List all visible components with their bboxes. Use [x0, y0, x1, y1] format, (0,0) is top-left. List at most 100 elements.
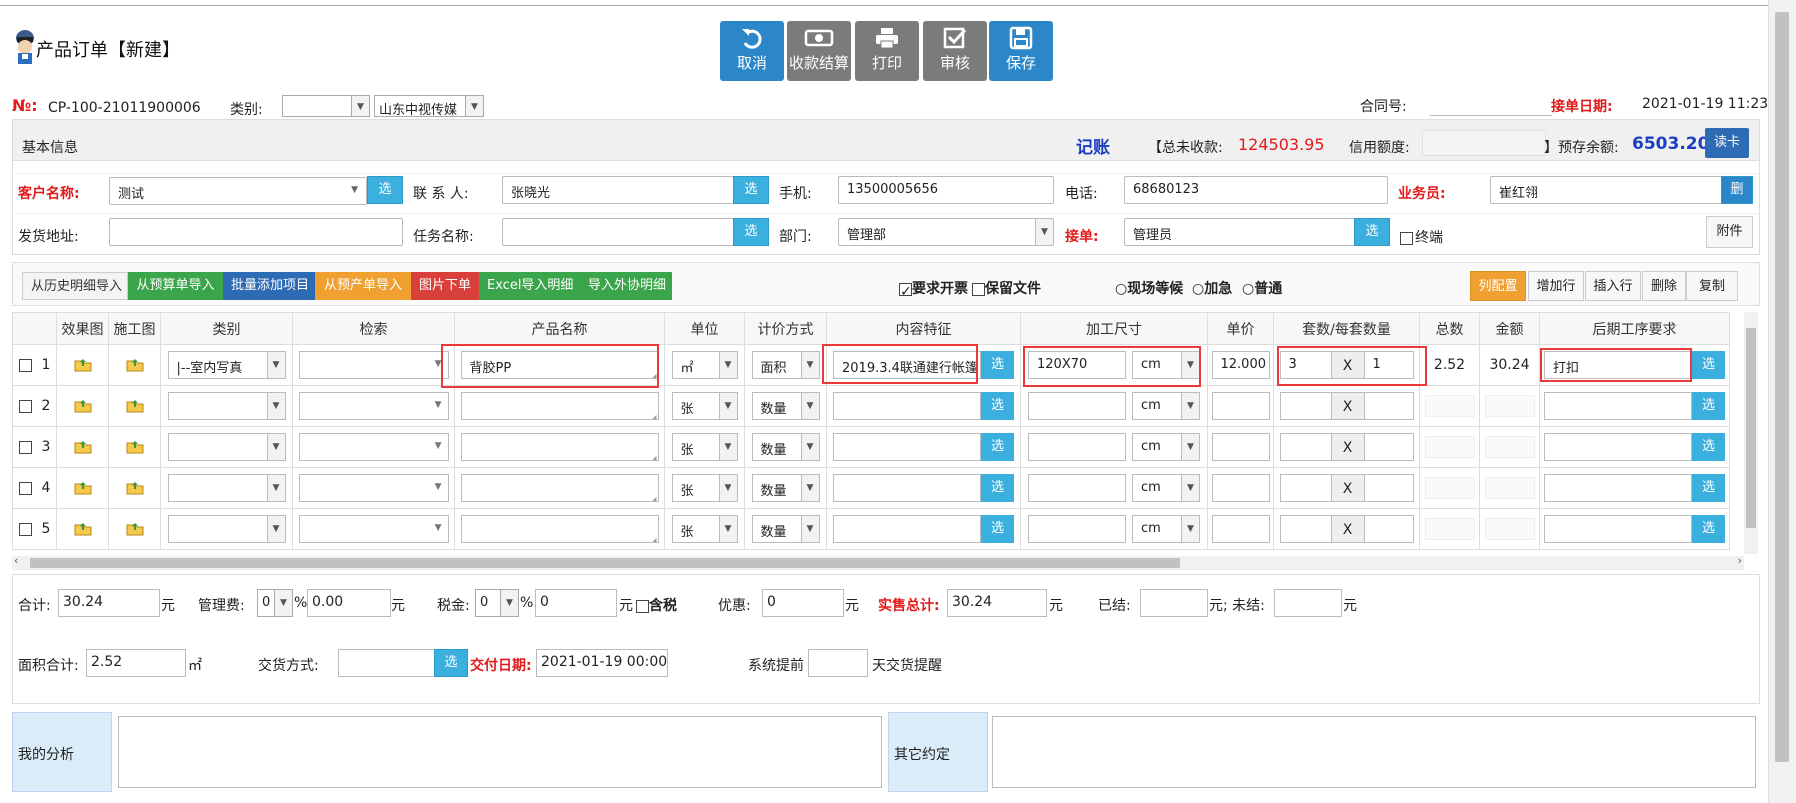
contact-input[interactable]: 张晓光	[502, 176, 736, 204]
product-name-input[interactable]: ◢	[460, 392, 659, 420]
pricing-select[interactable]: 数量 ▼	[751, 392, 820, 420]
size-unit-select[interactable]: cm ▼	[1132, 392, 1200, 420]
salesperson-input[interactable]: 崔红翎	[1490, 176, 1724, 204]
discount-input[interactable]: 0	[762, 589, 844, 617]
import-button-4[interactable]: 图片下单	[411, 272, 479, 300]
table-horizontal-scrollbar-thumb[interactable]	[30, 558, 1180, 568]
post-process-input[interactable]	[1544, 474, 1692, 502]
sets-input[interactable]	[1279, 392, 1332, 420]
category-select[interactable]: ▼	[167, 433, 286, 461]
table-vertical-scrollbar[interactable]	[1744, 312, 1758, 554]
size-input[interactable]	[1028, 392, 1126, 420]
pricing-select[interactable]: 面积 ▼	[751, 351, 820, 379]
content-input[interactable]	[833, 433, 981, 461]
toolbar-button-3[interactable]: 审核	[923, 21, 987, 81]
read-card-button[interactable]: 读卡	[1705, 128, 1749, 158]
toolbar-button-2[interactable]: 打印	[855, 21, 919, 81]
row-action-button-1[interactable]: 增加行	[1528, 271, 1584, 301]
tel-input[interactable]: 68680123	[1124, 176, 1388, 204]
tax-included-checkbox-box[interactable]	[636, 599, 649, 613]
post-process-input[interactable]	[1544, 392, 1692, 420]
content-select-button[interactable]: 选	[981, 392, 1014, 420]
other-terms-textarea[interactable]	[992, 716, 1756, 788]
toolbar-button-4[interactable]: 保存	[989, 21, 1053, 81]
sale-total-input[interactable]: 30.24	[947, 589, 1047, 617]
per-set-input[interactable]	[1363, 515, 1414, 543]
toolbar-button-0[interactable]: 取消	[720, 21, 784, 81]
size-unit-select[interactable]: cm ▼	[1132, 474, 1200, 502]
invoice-checkbox[interactable]: ✓要求开票	[899, 278, 968, 300]
sum-input[interactable]: 30.24	[58, 589, 160, 617]
radio-circle-icon[interactable]: ○	[1192, 281, 1204, 297]
page-scrollbar[interactable]	[1768, 0, 1796, 803]
category-select[interactable]: ▼	[167, 474, 286, 502]
size-unit-select[interactable]: cm ▼	[1132, 515, 1200, 543]
content-input[interactable]: 2019.3.4联通建行帐篷	[833, 351, 981, 379]
keep-file-checkbox-box[interactable]	[972, 282, 985, 296]
size-input[interactable]	[1028, 474, 1126, 502]
per-set-input[interactable]	[1363, 392, 1414, 420]
area-total-input[interactable]: 2.52	[86, 649, 186, 677]
product-name-input[interactable]: ◢	[460, 433, 659, 461]
radio-wait[interactable]: ○现场等候	[1115, 278, 1183, 298]
row-checkbox[interactable]	[18, 440, 32, 454]
price-input[interactable]	[1211, 515, 1270, 543]
delivery-method-input[interactable]	[338, 649, 436, 677]
price-input[interactable]	[1211, 433, 1270, 461]
price-input[interactable]	[1211, 392, 1270, 420]
mgmt-fee-input[interactable]: 0.00	[307, 589, 391, 617]
row-action-button-0[interactable]: 列配置	[1470, 271, 1526, 301]
scroll-left-icon[interactable]: ‹	[14, 554, 18, 567]
construction-image-icon[interactable]	[126, 399, 144, 413]
keep-file-checkbox[interactable]: 保留文件	[972, 278, 1041, 298]
dept-select[interactable]: 管理部 ▼	[838, 218, 1054, 246]
post-process-input[interactable]	[1544, 433, 1692, 461]
radio-circle-icon[interactable]: ○	[1115, 281, 1127, 297]
row-action-button-2[interactable]: 插入行	[1585, 271, 1641, 301]
search-select[interactable]: ▼	[298, 515, 449, 543]
product-name-input[interactable]: 背胶PP ◢	[460, 351, 659, 379]
contract-input[interactable]	[1430, 92, 1552, 116]
row-action-button-4[interactable]: 复制	[1686, 271, 1738, 301]
per-set-input[interactable]	[1363, 433, 1414, 461]
unit-select[interactable]: 张 ▼	[671, 433, 738, 461]
customer-select-button[interactable]: 选	[367, 176, 403, 204]
content-select-button[interactable]: 选	[981, 433, 1014, 461]
post-process-select-button[interactable]: 选	[1692, 433, 1725, 461]
import-button-3[interactable]: 从预产单导入	[315, 272, 411, 300]
effect-image-icon[interactable]	[74, 481, 92, 495]
category-select[interactable]: ▼	[167, 392, 286, 420]
size-input[interactable]	[1028, 433, 1126, 461]
search-select[interactable]: ▼	[298, 474, 449, 502]
row-checkbox[interactable]	[18, 399, 32, 413]
analysis-textarea[interactable]	[118, 716, 882, 788]
size-input[interactable]	[1028, 515, 1126, 543]
unit-select[interactable]: 张 ▼	[671, 515, 738, 543]
pricing-select[interactable]: 数量 ▼	[751, 515, 820, 543]
radio-normal[interactable]: ○普通	[1242, 278, 1282, 298]
import-button-2[interactable]: 批量添加项目	[223, 272, 315, 300]
construction-image-icon[interactable]	[126, 522, 144, 536]
post-process-select-button[interactable]: 选	[1692, 392, 1725, 420]
import-button-1[interactable]: 从预算单导入	[128, 272, 223, 300]
unit-select[interactable]: 张 ▼	[671, 474, 738, 502]
table-horizontal-scrollbar[interactable]: ‹ ›	[12, 554, 1744, 570]
mgmt-pct-select[interactable]: 0 ▼	[257, 589, 293, 617]
final-checkbox[interactable]: 终端	[1400, 227, 1443, 247]
effect-image-icon[interactable]	[74, 399, 92, 413]
tax-pct-select[interactable]: 0 ▼	[475, 589, 519, 617]
final-checkbox-box[interactable]	[1400, 232, 1413, 245]
import-button-0[interactable]: 从历史明细导入	[22, 272, 128, 300]
post-process-input[interactable]: 打扣	[1544, 351, 1692, 379]
per-set-input[interactable]	[1363, 474, 1414, 502]
per-set-input[interactable]: 1	[1363, 351, 1414, 379]
unit-select[interactable]: 张 ▼	[671, 392, 738, 420]
task-input[interactable]	[502, 218, 736, 246]
advance-days-input[interactable]	[808, 649, 868, 677]
price-input[interactable]	[1211, 474, 1270, 502]
credit-input[interactable]	[1422, 130, 1546, 156]
row-checkbox[interactable]	[18, 481, 32, 495]
mobile-input[interactable]: 13500005656	[838, 176, 1054, 204]
post-process-select-button[interactable]: 选	[1692, 515, 1725, 543]
table-vertical-scrollbar-thumb[interactable]	[1746, 328, 1756, 528]
